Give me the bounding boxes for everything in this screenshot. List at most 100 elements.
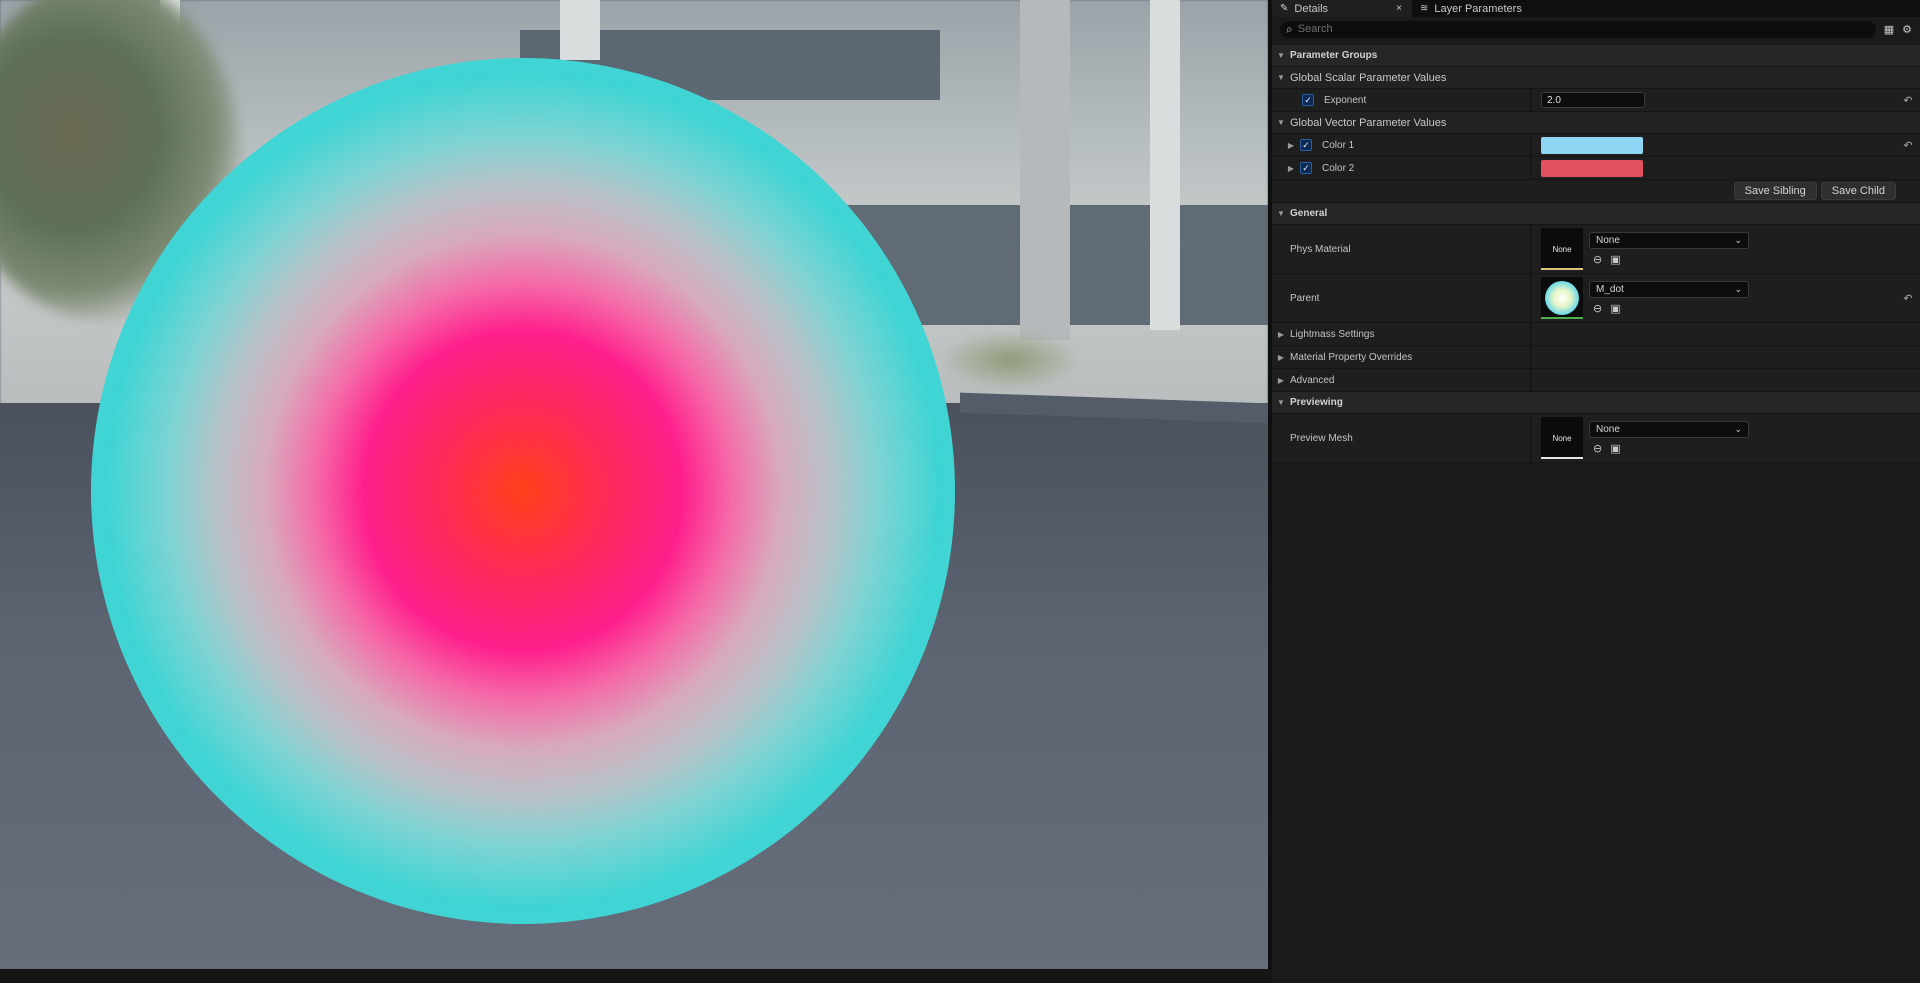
chevron-right-icon[interactable]: ▶ [1282, 164, 1300, 173]
param-name: ▶ ✓ Color 2 [1272, 157, 1531, 179]
phys-material-thumbnail[interactable]: None [1541, 228, 1583, 270]
phys-material-dropdown[interactable]: None ⌄ [1589, 232, 1749, 249]
background-pillar [1150, 0, 1180, 330]
category-name: ▶ Material Property Overrides [1272, 346, 1531, 368]
preview-sphere-shading [91, 58, 955, 924]
parent-dropdown[interactable]: M_dot ⌄ [1589, 281, 1749, 298]
close-icon[interactable]: × [1396, 3, 1402, 14]
search-box[interactable]: ⌕ [1280, 20, 1876, 38]
property-label: Preview Mesh [1290, 432, 1353, 444]
chevron-right-icon: ▶ [1277, 329, 1285, 339]
param-label: Color 1 [1322, 139, 1355, 151]
browse-folder-icon[interactable]: ▣ [1610, 253, 1620, 266]
details-panel: ✎ Details × ≋ Layer Parameters ⌕ ▦ ⚙ ▼ P… [1268, 0, 1920, 983]
category-name: ▶ Advanced [1272, 369, 1531, 391]
table-view-icon[interactable]: ▦ [1884, 23, 1894, 36]
preview-mesh-dropdown[interactable]: None ⌄ [1589, 421, 1749, 438]
asset-picker: None ⌄ ⊖ ▣ [1589, 421, 1749, 455]
tab-details[interactable]: ✎ Details × [1272, 0, 1412, 17]
section-previewing[interactable]: ▼ Previewing [1272, 392, 1920, 414]
param-row-color2: ▶ ✓ Color 2 [1272, 157, 1920, 180]
category-material-property-overrides[interactable]: ▶ Material Property Overrides [1272, 346, 1920, 369]
reset-to-default-icon[interactable]: ↶ [1896, 292, 1920, 305]
background-pillar [560, 0, 600, 60]
thumbnail-label: None [1552, 433, 1572, 443]
preview-mesh-thumbnail[interactable]: None [1541, 417, 1583, 459]
group-global-vector[interactable]: ▼ Global Vector Parameter Values [1272, 112, 1920, 134]
param-name: ✓ Exponent [1272, 89, 1531, 111]
property-row-preview-mesh: Preview Mesh None None ⌄ ⊖ ▣ [1272, 414, 1920, 463]
thumbnail-label: None [1552, 244, 1572, 254]
chevron-down-icon: ▼ [1277, 73, 1285, 82]
reset-to-default-icon[interactable]: ↶ [1896, 139, 1920, 152]
param-row-color1: ▶ ✓ Color 1 ↶ [1272, 134, 1920, 157]
reset-to-default-icon[interactable]: ↶ [1896, 94, 1920, 107]
color1-checkbox[interactable]: ✓ [1300, 139, 1312, 151]
save-buttons-row: Save Sibling Save Child [1272, 180, 1920, 203]
property-value: None None ⌄ ⊖ ▣ [1531, 414, 1896, 462]
use-selected-icon[interactable]: ⊖ [1593, 253, 1602, 266]
property-name: Parent [1272, 274, 1531, 322]
category-name: ▶ Lightmass Settings [1272, 323, 1531, 345]
save-sibling-button[interactable]: Save Sibling [1733, 182, 1817, 200]
use-selected-icon[interactable]: ⊖ [1593, 302, 1602, 315]
chevron-down-icon: ⌄ [1734, 284, 1742, 294]
gear-icon[interactable]: ⚙ [1902, 23, 1912, 36]
chevron-down-icon: ▼ [1277, 51, 1285, 60]
color1-swatch[interactable] [1541, 136, 1643, 154]
param-value: 2.0 [1531, 89, 1896, 111]
property-label: Parent [1290, 292, 1320, 304]
chevron-down-icon: ⌄ [1734, 424, 1742, 434]
property-label: Phys Material [1290, 243, 1351, 255]
param-row-exponent: ✓ Exponent 2.0 ↶ [1272, 89, 1920, 112]
tab-layer-parameters-label: Layer Parameters [1434, 2, 1522, 15]
use-selected-icon[interactable]: ⊖ [1593, 442, 1602, 455]
chevron-down-icon: ⌄ [1734, 235, 1742, 245]
tab-layer-parameters[interactable]: ≋ Layer Parameters [1412, 0, 1532, 17]
search-row: ⌕ ▦ ⚙ [1272, 17, 1920, 41]
section-label: Previewing [1290, 397, 1343, 408]
section-parameter-groups[interactable]: ▼ Parameter Groups [1272, 45, 1920, 67]
material-preview-icon [1545, 281, 1579, 315]
chevron-right-icon: ▶ [1277, 375, 1285, 385]
section-label: General [1290, 208, 1328, 219]
section-general[interactable]: ▼ General [1272, 203, 1920, 225]
background-pillar [1020, 0, 1070, 340]
category-label: Material Property Overrides [1290, 351, 1413, 363]
tab-bar: ✎ Details × ≋ Layer Parameters [1272, 0, 1920, 17]
chevron-down-icon: ▼ [1277, 398, 1285, 407]
color2-checkbox[interactable]: ✓ [1300, 162, 1312, 174]
save-child-button[interactable]: Save Child [1820, 182, 1896, 200]
chevron-right-icon[interactable]: ▶ [1282, 141, 1300, 150]
browse-folder-icon[interactable]: ▣ [1610, 302, 1620, 315]
property-row-parent: Parent M_dot ⌄ ⊖ ▣ ↶ [1272, 274, 1920, 323]
viewport[interactable] [0, 0, 1268, 969]
asset-actions: ⊖ ▣ [1589, 302, 1749, 315]
browse-folder-icon[interactable]: ▣ [1610, 442, 1620, 455]
pencil-icon: ✎ [1280, 3, 1289, 14]
asset-actions: ⊖ ▣ [1589, 253, 1749, 266]
color2-swatch[interactable] [1541, 159, 1643, 177]
empty-panel-area [1272, 463, 1920, 983]
dropdown-value: M_dot [1596, 284, 1624, 295]
param-value [1531, 157, 1896, 179]
category-lightmass[interactable]: ▶ Lightmass Settings [1272, 323, 1920, 346]
property-row-phys-material: Phys Material None None ⌄ ⊖ ▣ [1272, 225, 1920, 274]
category-advanced[interactable]: ▶ Advanced [1272, 369, 1920, 392]
chevron-right-icon: ▶ [1277, 352, 1285, 362]
property-value: M_dot ⌄ ⊖ ▣ [1531, 274, 1896, 322]
exponent-field[interactable]: 2.0 [1541, 92, 1645, 108]
parent-thumbnail[interactable] [1541, 277, 1583, 319]
search-input[interactable] [1297, 23, 1876, 35]
param-name: ▶ ✓ Color 1 [1272, 134, 1531, 156]
category-label: Lightmass Settings [1290, 328, 1375, 340]
layers-icon: ≋ [1420, 3, 1429, 14]
param-value [1531, 134, 1896, 156]
exponent-checkbox[interactable]: ✓ [1302, 94, 1314, 106]
search-icon: ⌕ [1286, 21, 1293, 36]
asset-actions: ⊖ ▣ [1589, 442, 1749, 455]
group-label: Global Vector Parameter Values [1290, 116, 1447, 129]
dropdown-value: None [1596, 235, 1620, 246]
group-global-scalar[interactable]: ▼ Global Scalar Parameter Values [1272, 67, 1920, 89]
chevron-down-icon: ▼ [1277, 209, 1285, 218]
